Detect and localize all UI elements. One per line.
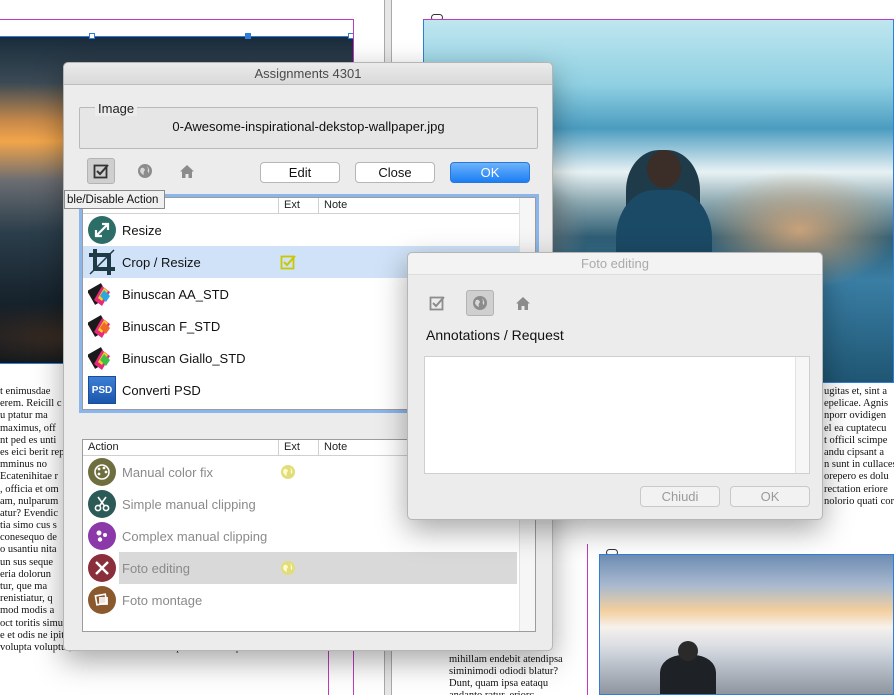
scissors-icon	[88, 522, 116, 550]
image-filename: 0-Awesome-inspirational-dekstop-wallpape…	[172, 119, 445, 134]
list-item-foto-montage[interactable]: Foto montage	[83, 584, 535, 616]
foto-editing-dialog: Foto editing Annotations / Request Chiud…	[407, 252, 823, 520]
text-line: el ea cuptatecu	[824, 422, 887, 434]
text-line: t officil scimpe	[824, 434, 888, 446]
column-ext[interactable]: Ext	[284, 198, 300, 213]
column-note[interactable]: Note	[324, 440, 347, 455]
selection-handle-center[interactable]	[245, 33, 251, 39]
text-line: epelicae. Agnis	[824, 398, 889, 410]
ext-check-icon	[280, 255, 296, 270]
home-action-button[interactable]	[173, 158, 201, 184]
list-item-label: Resize	[122, 222, 162, 238]
dialog-title: Foto editing	[408, 253, 822, 275]
margin-guide	[0, 19, 353, 20]
list-item-label: Crop / Resize	[122, 254, 201, 270]
palette-icon	[88, 458, 116, 486]
column-action[interactable]: Action	[88, 440, 119, 455]
close-button[interactable]: Close	[355, 162, 435, 183]
text-line: n sunt in cullaces	[824, 459, 894, 471]
globe-action-button[interactable]	[466, 290, 494, 316]
photos-icon	[88, 586, 116, 614]
textarea-scrollbar[interactable]	[795, 357, 809, 473]
edit-button[interactable]: Edit	[260, 162, 340, 183]
globe-action-button[interactable]	[131, 158, 159, 184]
list-item-label: Complex manual clipping	[122, 528, 268, 544]
home-icon	[516, 296, 530, 310]
list-item-label: Foto editing	[122, 560, 190, 576]
crop-icon	[88, 248, 116, 276]
text-line: rectation eriore	[824, 483, 888, 495]
scissors-icon	[88, 490, 116, 518]
checkbox-icon	[429, 296, 445, 311]
binuscan-icon	[88, 315, 110, 338]
psd-icon: PSD	[88, 376, 116, 404]
home-action-button[interactable]	[509, 290, 537, 316]
list-item-label: Binuscan Giallo_STD	[122, 350, 246, 366]
list-item-label: Binuscan AA_STD	[122, 286, 229, 302]
annotations-textarea[interactable]	[424, 356, 810, 474]
enable-disable-action-button[interactable]	[423, 290, 451, 316]
list-item-label: Simple manual clipping	[122, 496, 256, 512]
globe-icon	[138, 164, 152, 178]
column-ext[interactable]: Ext	[284, 440, 300, 455]
list-item-label: Binuscan F_STD	[122, 318, 221, 334]
binuscan-icon	[88, 347, 110, 370]
selection-handle[interactable]	[89, 33, 95, 39]
ok-button[interactable]: OK	[450, 162, 530, 183]
clouds-photo[interactable]	[599, 554, 894, 695]
column-note[interactable]: Note	[324, 198, 347, 213]
dialog-title: Assignments 4301	[64, 63, 552, 85]
text-line: andu cipsant a	[824, 446, 885, 458]
enable-disable-action-button[interactable]	[87, 158, 115, 184]
text-line: andanto ratur, eriorc	[449, 690, 587, 695]
text-line: nolorio quati corepudam aceperibus et, i…	[824, 495, 894, 507]
checkbox-icon	[93, 164, 109, 179]
text-line: Dunt, quam ipsa eataqu	[449, 678, 549, 690]
globe-icon	[473, 296, 487, 310]
list-item-label: Foto montage	[122, 592, 203, 608]
margin-guide	[423, 19, 894, 20]
ok-button[interactable]: OK	[730, 486, 810, 507]
text-line: ugitas et, sint a	[824, 386, 887, 397]
right-text-column: ugitas et, sint a epelicae. Agnis nporr ov…	[824, 386, 894, 508]
image-group-label: Image	[95, 101, 138, 116]
margin-guide	[587, 544, 588, 695]
binuscan-icon	[88, 283, 110, 306]
chiudi-button[interactable]: Chiudi	[640, 486, 720, 507]
ext-globe-icon	[281, 465, 295, 479]
list-item-foto-editing[interactable]: Foto editing	[83, 552, 535, 584]
annotations-label: Annotations / Request	[426, 327, 564, 343]
text-line: mihillam endebit atendipsa	[449, 653, 563, 665]
text-line: nporr ovidigen	[824, 410, 887, 422]
ext-globe-icon	[281, 561, 295, 575]
list-item-label: Converti PSD	[122, 382, 201, 398]
list-item-label: Manual color fix	[122, 464, 214, 480]
text-line: orepero es dolu	[824, 471, 889, 483]
list-item-complex-manual-clipping[interactable]: Complex manual clipping	[83, 520, 535, 552]
list-item-resize[interactable]: Resize	[83, 214, 535, 246]
tools-icon	[88, 554, 116, 582]
resize-icon	[88, 216, 116, 244]
tooltip: ble/Disable Action	[64, 190, 166, 209]
home-icon	[180, 164, 194, 178]
text-line: siminimodi odiodi blatur?	[449, 665, 559, 677]
